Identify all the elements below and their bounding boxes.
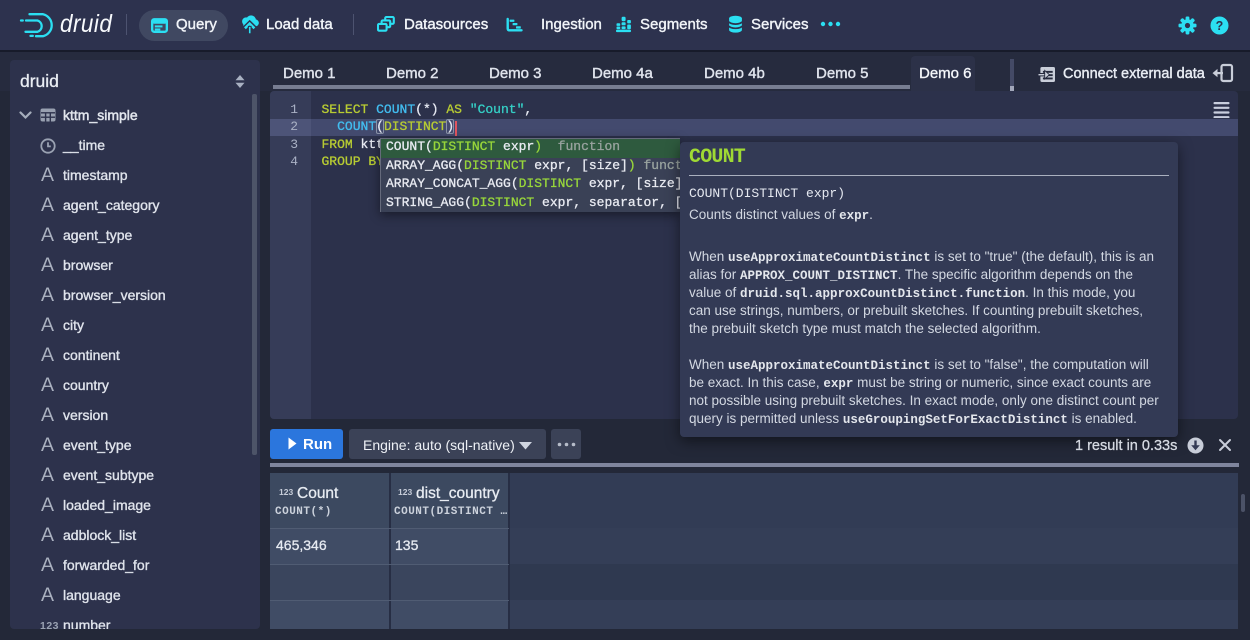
svg-text:?: ? — [1216, 19, 1224, 33]
